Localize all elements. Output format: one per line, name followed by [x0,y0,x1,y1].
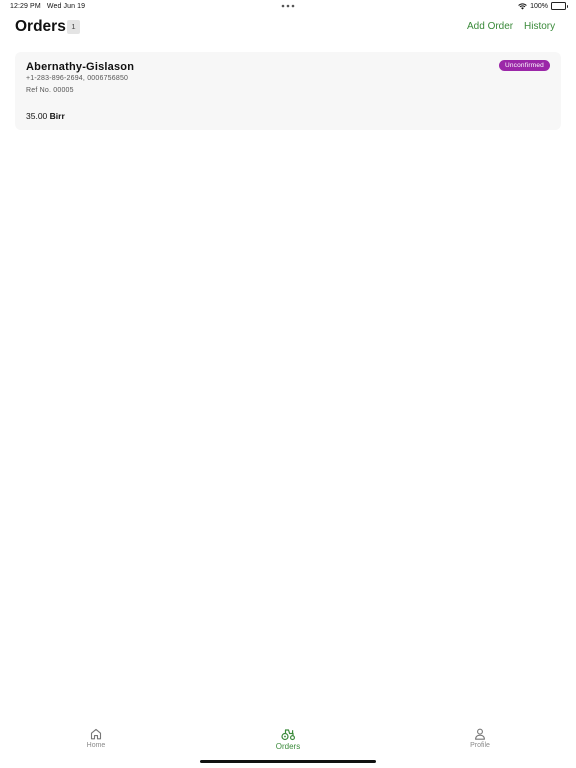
amount-value: 35.00 [26,111,48,121]
home-indicator[interactable] [200,760,376,763]
add-order-button[interactable]: Add Order [467,21,513,32]
person-icon [475,728,485,740]
tab-orders[interactable]: Orders [248,727,328,751]
customer-name: Abernathy-Gislason [26,61,135,73]
customer-phones: +1-283-896-2694, 0006756850 [26,75,129,82]
history-button[interactable]: History [524,21,555,32]
tab-orders-label: Orders [275,742,301,751]
header: Orders 1 Add Order History [0,14,576,44]
amount-currency: Birr [49,111,65,121]
status-bar: 12:29 PM Wed Jun 19 100% [0,0,576,14]
wifi-icon [518,2,527,9]
tab-profile-label: Profile [470,742,490,749]
battery-icon [551,2,568,10]
status-date: Wed Jun 19 [46,3,86,10]
status-badge: Unconfirmed [498,60,550,71]
order-card[interactable]: Abernathy-Gislason +1-283-896-2694, 0006… [15,52,561,130]
tab-home[interactable]: Home [56,727,136,749]
status-indicators: 100% [518,2,568,10]
tab-home-label: Home [86,742,106,749]
tab-profile[interactable]: Profile [440,727,520,749]
house-icon [90,728,102,740]
order-amount: 35.00 Birr [26,111,65,121]
tractor-icon [281,729,296,741]
order-ref-number: Ref No. 00005 [26,87,74,94]
status-time-date: 12:29 PM Wed Jun 19 [10,3,85,10]
status-time: 12:29 PM [10,3,41,10]
page-title: Orders [15,18,66,35]
battery-percent: 100% [530,2,548,10]
multitasking-dots-icon[interactable] [281,3,295,9]
orders-count-badge: 1 [67,20,80,34]
